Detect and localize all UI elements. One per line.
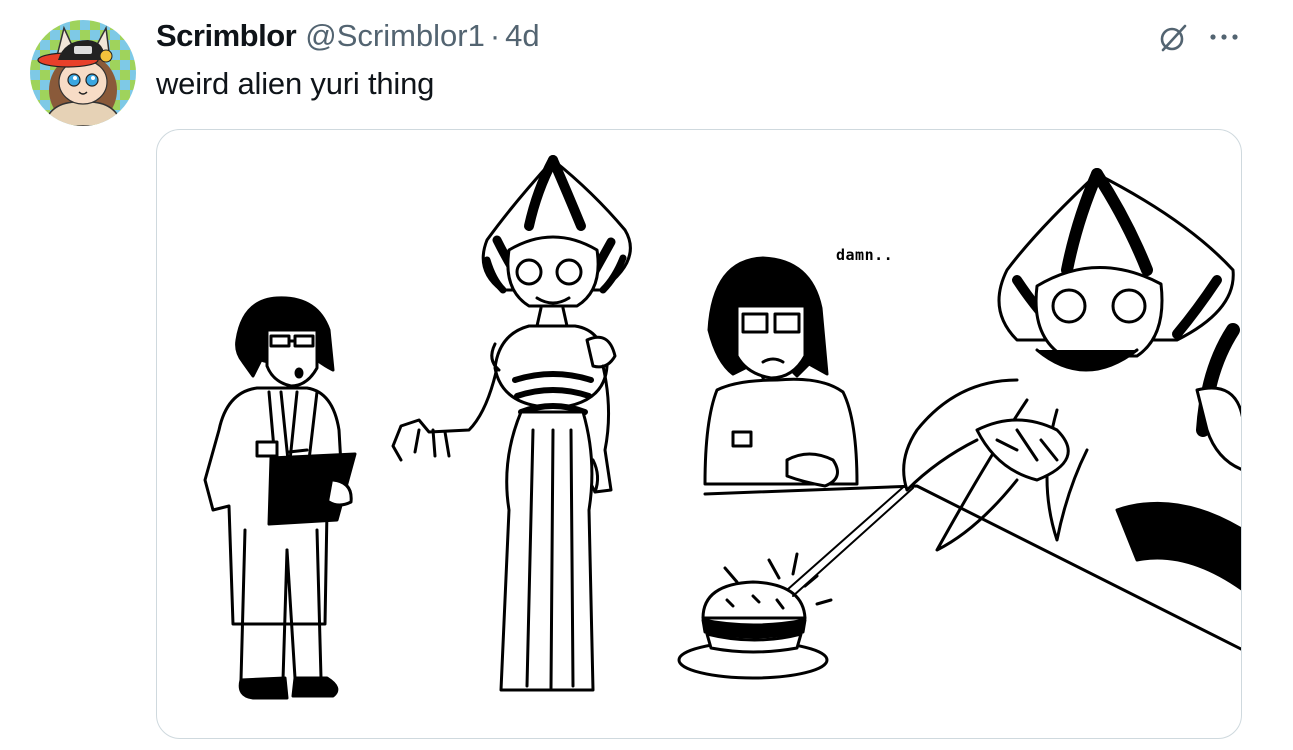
comic-illustration [203,155,1241,700]
grok-icon[interactable] [1157,22,1189,54]
separator-dot: · [489,18,501,53]
speech-text: damn.. [836,246,894,264]
avatar[interactable] [30,20,136,126]
large-alien-figure [902,168,1241,591]
more-options-icon[interactable] [1207,22,1241,52]
display-name[interactable]: Scrimblor [156,18,297,54]
burger-figure [677,481,914,680]
tweet-text: weird alien yuri thing [156,66,435,101]
alien-figure [391,155,632,692]
avatar-image [30,20,136,126]
scientist-figure [203,296,357,700]
tweet-media-image[interactable]: damn.. [156,129,1242,739]
user-handle[interactable]: @Scrimblor1 [305,18,485,54]
timestamp[interactable]: 4d [505,18,539,54]
tweet-header: Scrimblor @Scrimblor1 · 4d [156,16,540,56]
